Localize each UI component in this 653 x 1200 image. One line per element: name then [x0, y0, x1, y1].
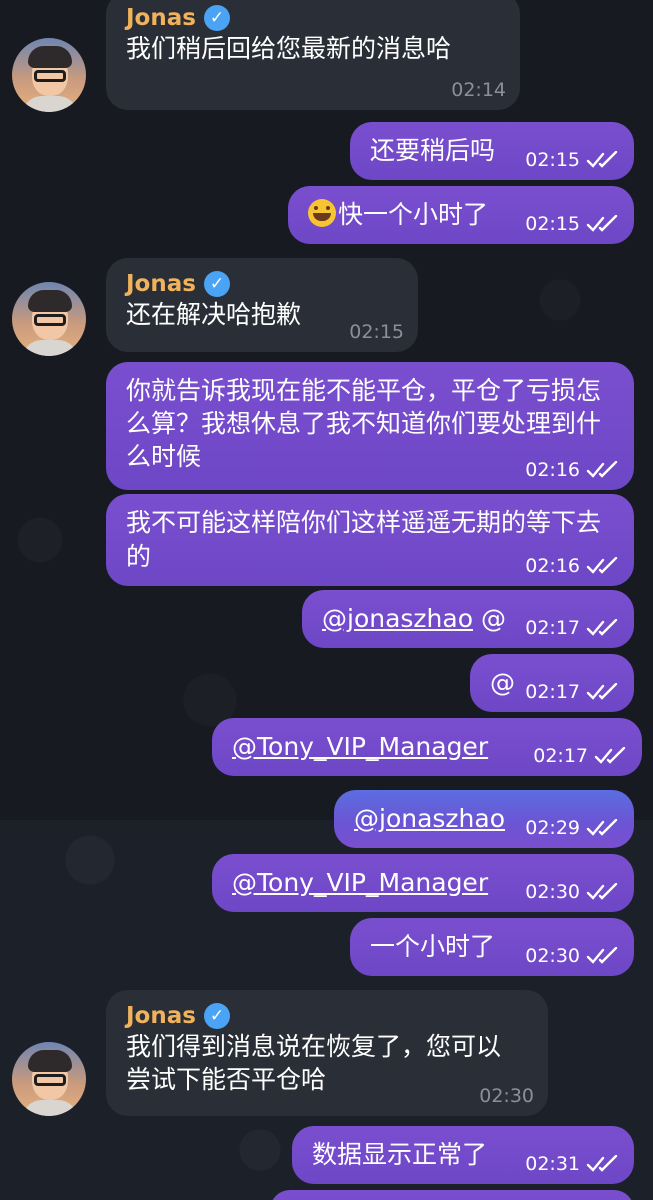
message-bubble-outgoing[interactable]: @jonaszhao @ 02:17 — [302, 590, 634, 648]
message-bubble-outgoing[interactable]: 你就告诉我现在能不能平仓，平仓了亏损怎么算？我想休息了我不知道你们要处理到什么时… — [106, 362, 634, 490]
mention-link[interactable]: @jonaszhao — [354, 804, 505, 833]
double-check-icon — [586, 819, 618, 836]
message-time: 02:31 — [525, 1153, 580, 1175]
message-time: 02:30 — [479, 1085, 534, 1107]
message-time: 02:17 — [525, 617, 580, 639]
double-check-icon — [586, 947, 618, 964]
grinning-sweat-emoji — [308, 199, 336, 227]
message-time: 02:15 — [525, 213, 580, 235]
sender-name-row: Jonas ✓ — [126, 270, 398, 298]
message-time: 02:14 — [451, 79, 506, 101]
sender-name-row: Jonas ✓ — [126, 4, 500, 32]
message-bubble-outgoing[interactable]: @ 02:17 — [470, 654, 634, 712]
mention-link[interactable]: @jonaszhao — [322, 604, 473, 633]
message-text: 我们得到消息说在恢复了，您可以尝试下能否平仓哈 — [126, 1032, 502, 1094]
message-bubble-outgoing[interactable]: 我不可能这样陪你们这样遥遥无期的等下去的 02:16 — [106, 494, 634, 586]
sender-name[interactable]: Jonas — [126, 1002, 196, 1030]
verified-badge-icon: ✓ — [203, 271, 230, 297]
message-text: @ — [480, 604, 506, 633]
message-bubble-outgoing[interactable]: @Tony_VIP_Manager 02:30 — [212, 854, 634, 912]
message-bubble-incoming[interactable]: Jonas ✓ 我们得到消息说在恢复了，您可以尝试下能否平仓哈 02:30 — [106, 990, 548, 1116]
message-bubble-outgoing[interactable]: 还要稍后吗 02:15 — [350, 122, 634, 180]
double-check-icon — [586, 883, 618, 900]
mention-link[interactable]: @Tony_VIP_Manager — [232, 732, 488, 761]
verified-badge-icon: ✓ — [203, 1003, 230, 1029]
message-time: 02:16 — [525, 459, 580, 481]
verified-badge-icon: ✓ — [203, 5, 230, 31]
message-time: 02:15 — [349, 321, 404, 343]
double-check-icon — [586, 151, 618, 168]
message-bubble-outgoing[interactable]: 快一个小时了 02:15 — [288, 186, 634, 244]
double-check-icon — [586, 557, 618, 574]
contact-avatar[interactable] — [12, 38, 86, 112]
message-bubble-incoming[interactable]: Jonas ✓ 还在解决哈抱歉 02:15 — [106, 258, 418, 352]
mention-link[interactable]: @Tony_VIP_Manager — [232, 868, 488, 897]
double-check-icon — [586, 215, 618, 232]
sender-name-row: Jonas ✓ — [126, 1002, 528, 1030]
contact-avatar[interactable] — [12, 1042, 86, 1116]
double-check-icon — [586, 461, 618, 478]
message-time: 02:15 — [525, 149, 580, 171]
message-time: 02:17 — [525, 681, 580, 703]
message-bubble-outgoing[interactable]: 一个小时了 02:30 — [350, 918, 634, 976]
message-time: 02:16 — [525, 555, 580, 577]
message-bubble-outgoing-partial[interactable] — [270, 1190, 634, 1200]
message-bubble-outgoing[interactable]: 数据显示正常了 02:31 — [292, 1126, 634, 1184]
double-check-icon — [586, 683, 618, 700]
sender-name[interactable]: Jonas — [126, 270, 196, 298]
double-check-icon — [594, 747, 626, 764]
message-bubble-outgoing[interactable]: @jonaszhao 02:29 — [334, 790, 634, 848]
message-time: 02:30 — [525, 945, 580, 967]
message-time: 02:30 — [525, 881, 580, 903]
message-time: 02:29 — [525, 817, 580, 839]
double-check-icon — [586, 1155, 618, 1172]
contact-avatar[interactable] — [12, 282, 86, 356]
message-time: 02:17 — [533, 745, 588, 767]
sender-name[interactable]: Jonas — [126, 4, 196, 32]
message-text: 我们稍后回给您最新的消息哈 — [126, 34, 452, 63]
double-check-icon — [586, 619, 618, 636]
message-bubble-outgoing[interactable]: @Tony_VIP_Manager 02:17 — [212, 718, 642, 776]
message-text: 快一个小时了 — [338, 200, 489, 229]
message-bubble-incoming[interactable]: Jonas ✓ 我们稍后回给您最新的消息哈 02:14 — [106, 0, 520, 110]
